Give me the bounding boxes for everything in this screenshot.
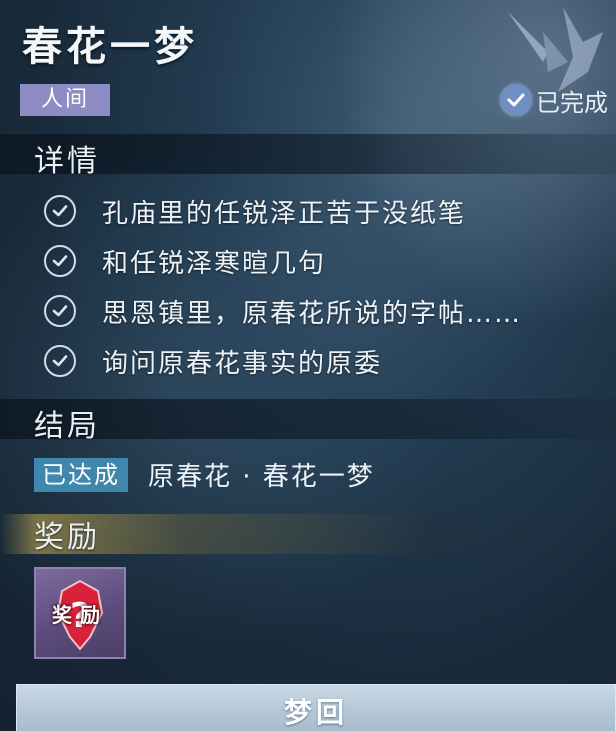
reward-item-slot[interactable]: ? 奖励 [34,567,126,659]
ending-row: 已达成 原春花 · 春花一梦 [34,456,375,493]
details-heading: 详情 [34,144,100,179]
check-icon [500,84,532,116]
reward-item-label: 奖励 [52,603,108,627]
check-circle-icon [44,245,76,277]
detail-item: 思恩镇里，原春花所说的字帖…… [44,286,522,336]
ending-heading: 结局 [34,409,100,444]
ending-name: 原春花 · 春花一梦 [148,462,375,492]
detail-item: 和任锐泽寒暄几句 [44,236,522,286]
quest-title: 春花一梦 [22,24,198,70]
check-circle-icon [44,195,76,227]
reward-heading: 奖励 [34,520,100,555]
detail-item-text: 孔庙里的任锐泽正苦于没纸笔 [102,198,467,229]
check-circle-icon [44,345,76,377]
detail-item: 孔庙里的任锐泽正苦于没纸笔 [44,186,522,236]
check-circle-icon [44,295,76,327]
details-list: 孔庙里的任锐泽正苦于没纸笔 和任锐泽寒暄几句 思恩镇里，原春花所说的字帖…… 询… [44,186,522,386]
realm-tag: 人间 [20,84,110,116]
replay-dream-button[interactable]: 梦回 [16,684,616,731]
detail-item-text: 思恩镇里，原春花所说的字帖…… [102,298,523,329]
detail-item: 询问原春花事实的原委 [44,336,522,386]
ending-achieved-tag: 已达成 [34,457,128,492]
completed-badge: 已完成 [500,84,608,117]
detail-item-text: 询问原春花事实的原委 [102,348,383,379]
detail-item-text: 和任锐泽寒暄几句 [102,248,327,279]
completed-status-text: 已完成 [536,88,608,117]
